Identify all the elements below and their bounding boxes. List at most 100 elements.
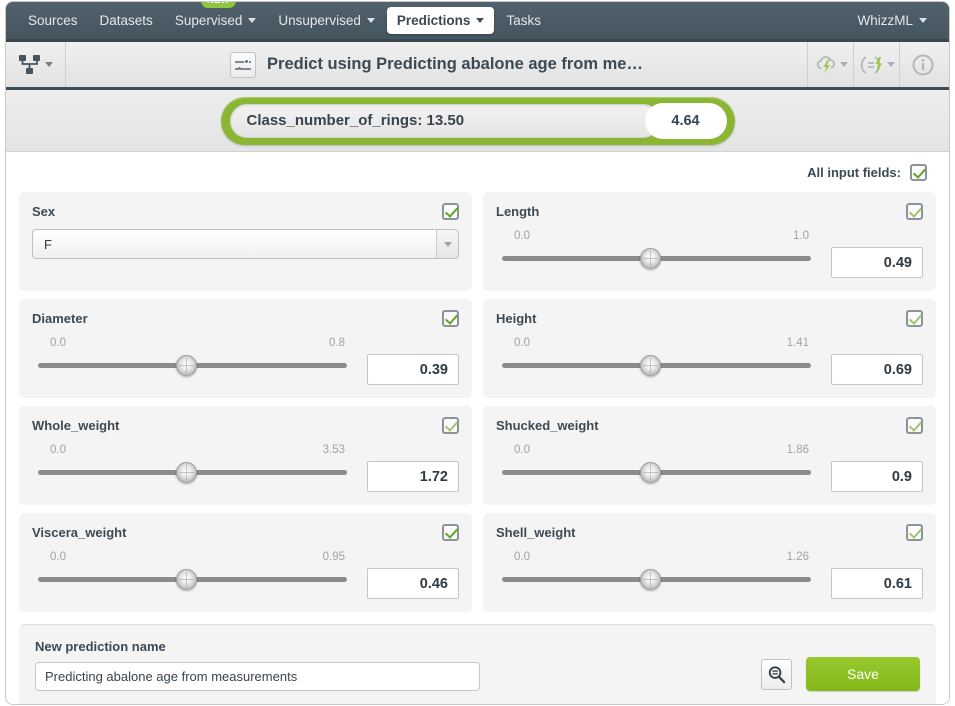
field-slider-row: 0.0 1.86 0.9 <box>496 443 923 492</box>
slider-track-holder[interactable] <box>38 569 347 590</box>
prediction-name-group: New prediction name Predicting abalone a… <box>35 639 747 691</box>
field-panel-viscera-weight: Viscera_weight 0.0 0.95 0.46 <box>19 513 472 612</box>
preview-button[interactable] <box>761 659 792 690</box>
nav-label: Datasets <box>99 13 153 28</box>
slider-max: 1.86 <box>786 444 809 456</box>
field-header: Height <box>496 310 923 327</box>
field-panel-shucked-weight: Shucked_weight 0.0 1.86 0.9 <box>483 406 936 505</box>
chevron-down-icon <box>45 62 53 67</box>
nav-item-tasks[interactable]: Tasks <box>496 7 551 34</box>
field-select-sex[interactable]: F <box>32 229 459 259</box>
model-type-selector[interactable] <box>6 42 66 87</box>
chevron-down-icon <box>443 241 452 247</box>
zoom-search-icon <box>768 666 786 684</box>
slider-track-holder[interactable] <box>38 355 347 376</box>
field-label: Shucked_weight <box>496 418 599 433</box>
nav-item-sources[interactable]: Sources <box>18 7 88 34</box>
chevron-down-icon <box>886 62 895 67</box>
slider-min: 0.0 <box>514 444 530 456</box>
slider-track-holder[interactable] <box>38 462 347 483</box>
slider-track-holder[interactable] <box>502 248 811 269</box>
field-header: Whole_weight <box>32 417 459 434</box>
nav-item-unsupervised[interactable]: Unsupervised <box>268 7 385 34</box>
slider-handle[interactable] <box>175 569 197 590</box>
titlebar-actions <box>807 42 949 87</box>
slider-handle[interactable] <box>175 462 197 483</box>
all-input-fields-checkbox[interactable] <box>910 163 927 181</box>
field-slider-row: 0.0 1.41 0.69 <box>496 336 923 385</box>
slider-max: 1.41 <box>786 337 809 349</box>
slider-range: 0.0 0.8 <box>32 337 353 349</box>
field-checkbox-diameter[interactable] <box>442 310 459 327</box>
prediction-name-input[interactable]: Predicting abalone age from measurements <box>35 662 480 691</box>
field-checkbox-shucked-weight[interactable] <box>906 417 923 434</box>
slider-track-holder[interactable] <box>502 462 811 483</box>
nav-items: Sources Datasets Supervised NEW Unsuperv… <box>18 2 551 34</box>
slider-handle[interactable] <box>639 248 661 269</box>
sliders-icon <box>230 51 257 78</box>
prediction-name-label: New prediction name <box>35 639 166 654</box>
field-value-whole-weight[interactable]: 1.72 <box>367 461 459 492</box>
slider-area: 0.0 1.41 <box>496 336 817 376</box>
field-header: Length <box>496 203 923 220</box>
slider-area: 0.0 1.26 <box>496 550 817 590</box>
field-checkbox-height[interactable] <box>906 310 923 327</box>
field-checkbox-shell-weight[interactable] <box>906 524 923 541</box>
slider-handle[interactable] <box>639 569 661 590</box>
field-value-viscera-weight[interactable]: 0.46 <box>367 568 459 599</box>
field-value-shucked-weight[interactable]: 0.9 <box>831 461 923 492</box>
field-value-length[interactable]: 0.49 <box>831 247 923 278</box>
slider-min: 0.0 <box>50 444 66 456</box>
slider-min: 0.0 <box>514 230 530 242</box>
slider-area: 0.0 0.95 <box>32 550 353 590</box>
nav-right: WhizzML <box>847 7 937 34</box>
slider-range: 0.0 1.41 <box>496 337 817 349</box>
field-value-height[interactable]: 0.69 <box>831 354 923 385</box>
field-value-diameter[interactable]: 0.39 <box>367 354 459 385</box>
slider-track-holder[interactable] <box>502 355 811 376</box>
field-panel-length: Length 0.0 1.0 0.49 <box>483 192 936 291</box>
info-button[interactable] <box>899 42 949 87</box>
field-checkbox-length[interactable] <box>906 203 923 220</box>
batch-prediction-menu[interactable] <box>807 42 853 87</box>
input-fields-grid: Sex F Length 0.0 1.0 0.49 Diameter 0.0 0… <box>19 192 936 612</box>
slider-max: 1.0 <box>793 230 809 242</box>
save-button[interactable]: Save <box>806 657 920 691</box>
slider-range: 0.0 1.26 <box>496 551 817 563</box>
nav-item-datasets[interactable]: Datasets <box>90 7 163 34</box>
prediction-result-band: Class_number_of_rings: 13.50 4.64 <box>6 90 949 152</box>
slider-handle[interactable] <box>639 355 661 376</box>
resource-titlebar: Predict using Predicting abalone age fro… <box>6 42 949 90</box>
page-title: Predict using Predicting abalone age fro… <box>267 55 643 73</box>
chevron-down-icon <box>919 18 927 23</box>
field-label: Height <box>496 311 537 326</box>
field-checkbox-whole-weight[interactable] <box>442 417 459 434</box>
slider-handle[interactable] <box>639 462 661 483</box>
prediction-form: All input fields: Sex F Length 0.0 1.0 0… <box>6 152 949 704</box>
nav-item-supervised[interactable]: Supervised NEW <box>165 2 267 34</box>
field-label: Length <box>496 204 540 219</box>
field-slider-row: 0.0 0.8 0.39 <box>32 336 459 385</box>
field-slider-row: 0.0 3.53 1.72 <box>32 443 459 492</box>
field-checkbox-viscera-weight[interactable] <box>442 524 459 541</box>
nav-item-predictions[interactable]: Predictions <box>386 7 495 34</box>
save-prediction-footer: New prediction name Predicting abalone a… <box>19 624 936 704</box>
slider-track-holder[interactable] <box>502 569 811 590</box>
slider-min: 0.0 <box>50 551 66 563</box>
slider-handle[interactable] <box>175 355 197 376</box>
chevron-down-icon <box>248 18 257 23</box>
slider-area: 0.0 0.8 <box>32 336 353 376</box>
field-panel-sex: Sex F <box>19 192 472 291</box>
nav-item-whizzml[interactable]: WhizzML <box>847 7 937 34</box>
field-checkbox-sex[interactable] <box>442 203 459 220</box>
new-badge: NEW <box>200 2 236 9</box>
field-header: Sex <box>32 203 459 220</box>
model-tree-icon <box>19 54 40 74</box>
slider-min: 0.0 <box>514 551 530 563</box>
prediction-objective-label: Class_number_of_rings: 13.50 <box>229 103 660 138</box>
field-slider-row: 0.0 1.26 0.61 <box>496 550 923 599</box>
field-value-shell-weight[interactable]: 0.61 <box>831 568 923 599</box>
slider-area: 0.0 1.86 <box>496 443 817 483</box>
nav-label: Predictions <box>396 13 471 28</box>
evaluate-menu[interactable] <box>853 42 899 87</box>
